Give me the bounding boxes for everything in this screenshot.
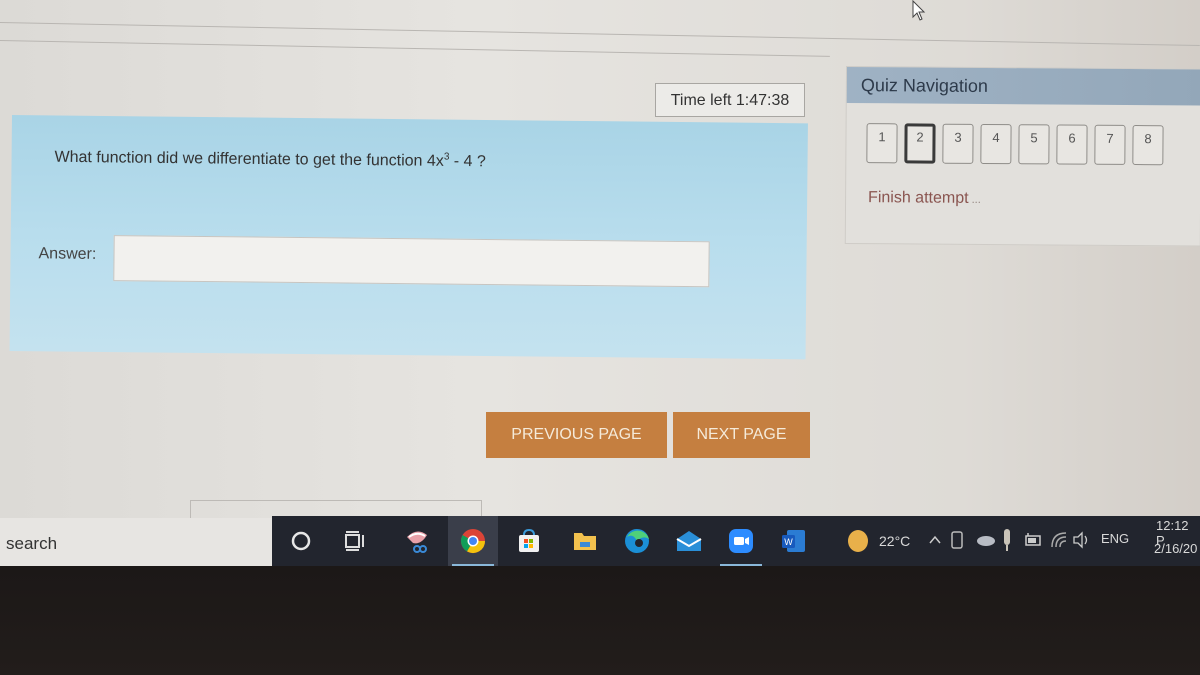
question-button-3[interactable]: 3 (942, 123, 974, 164)
battery-icon[interactable] (1024, 532, 1044, 548)
question-buttons: 1 2 3 4 5 6 7 8 (866, 123, 1164, 166)
language-indicator[interactable]: ENG (1101, 531, 1129, 546)
next-page-button[interactable]: NEXT PAGE (673, 412, 810, 458)
microsoft-store-button[interactable] (504, 516, 554, 566)
answer-input[interactable] (113, 235, 710, 288)
folder-icon (574, 533, 596, 550)
edge-icon (625, 529, 649, 553)
taskbar-search-text: search (6, 534, 58, 553)
question-button-7[interactable]: 7 (1094, 124, 1126, 165)
clock-date[interactable]: 2/16/20 (1154, 541, 1197, 556)
quiz-navigation-panel: Quiz Navigation 1 2 3 4 5 6 7 8 Finish a… (844, 66, 1200, 247)
mouse-cursor-icon (912, 0, 926, 21)
chrome-icon (460, 529, 485, 554)
cortana-button[interactable] (276, 516, 326, 566)
snip-sketch-icon (407, 531, 427, 553)
question-button-2-current[interactable]: 2 (904, 123, 936, 164)
finish-attempt-label: Finish attempt (868, 189, 969, 207)
finish-attempt-link[interactable]: Finish attempt ... (868, 189, 981, 208)
volume-icon[interactable] (1072, 531, 1092, 549)
chrome-button[interactable] (448, 516, 498, 566)
edge-button[interactable] (612, 516, 662, 566)
weather-temperature: 22°C (879, 533, 911, 549)
wifi-icon[interactable] (1050, 531, 1068, 549)
question-button-4[interactable]: 4 (980, 123, 1012, 165)
taskbar-search-box[interactable]: search (0, 518, 272, 566)
question-text-end: - 4 ? (449, 152, 486, 171)
microphone-icon[interactable] (1002, 528, 1012, 552)
question-text: What function did we differentiate to ge… (54, 147, 485, 171)
question-button-6[interactable]: 6 (1056, 124, 1088, 165)
screen-bezel (0, 566, 1200, 675)
word-button[interactable]: W (768, 516, 818, 566)
onedrive-cloud-icon[interactable] (976, 534, 996, 546)
cortana-circle-icon (291, 531, 311, 551)
question-button-5[interactable]: 5 (1018, 124, 1050, 165)
word-icon: W (782, 530, 805, 552)
question-text-main: What function did we differentiate to ge… (54, 148, 444, 170)
task-view-button[interactable] (330, 516, 380, 566)
task-view-icon (345, 531, 364, 551)
question-button-1[interactable]: 1 (866, 123, 898, 164)
mail-button[interactable] (664, 516, 714, 566)
zoom-icon (729, 529, 753, 553)
snip-sketch-button[interactable] (392, 516, 442, 566)
quiz-navigation-title: Quiz Navigation (846, 67, 1200, 106)
meet-now-icon[interactable] (950, 530, 964, 550)
answer-label: Answer: (38, 245, 97, 263)
question-button-8[interactable]: 8 (1132, 125, 1164, 166)
taskbar: W 22°C ENG 12:12 P 2/16/20 (272, 516, 1200, 566)
show-hidden-icons-chevron-icon[interactable] (928, 534, 942, 546)
question-panel: What function did we differentiate to ge… (9, 115, 808, 360)
microsoft-store-icon (519, 528, 539, 552)
page-divider-top (0, 22, 1200, 47)
finish-attempt-ellipsis: ... (968, 193, 981, 206)
svg-text:W: W (784, 537, 793, 547)
page-divider-secondary (0, 40, 830, 57)
mail-icon (676, 531, 702, 551)
zoom-button[interactable] (716, 516, 766, 566)
previous-page-button[interactable]: PREVIOUS PAGE (486, 412, 667, 458)
time-left-display: Time left 1:47:38 (655, 83, 805, 117)
weather-sun-icon (848, 530, 868, 552)
file-explorer-button[interactable] (560, 516, 610, 566)
